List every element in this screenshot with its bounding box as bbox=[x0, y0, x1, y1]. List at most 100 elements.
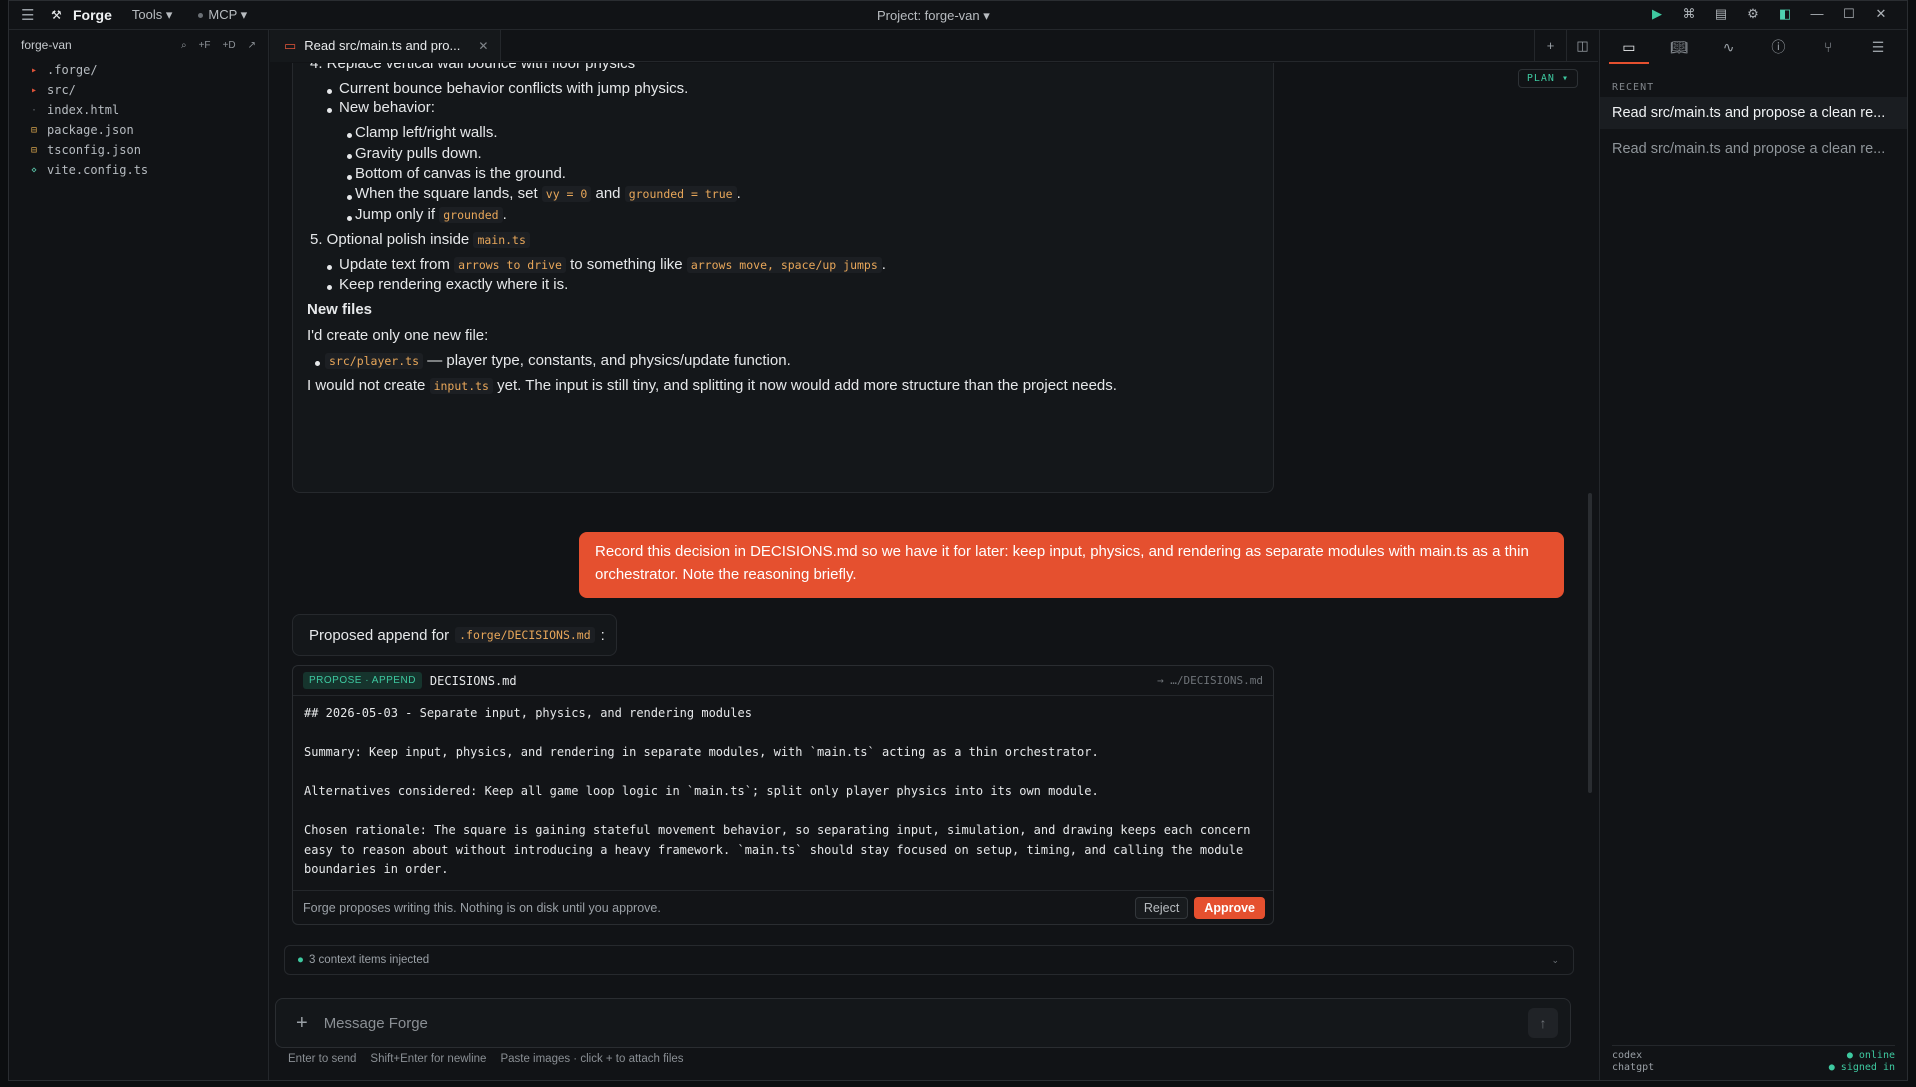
bullet bbox=[347, 154, 352, 159]
provider-status: codex ● online chatgpt ● signed in bbox=[1612, 1045, 1895, 1074]
forge-logo-icon: ⚒ bbox=[51, 8, 62, 22]
scrollbar[interactable] bbox=[1588, 493, 1592, 793]
info-icon[interactable]: ⓘ bbox=[1758, 30, 1798, 64]
bullet bbox=[327, 89, 332, 94]
bullet bbox=[327, 265, 332, 270]
list-item: Keep rendering exactly where it is. bbox=[339, 276, 569, 293]
provider-name: codex bbox=[1612, 1050, 1643, 1061]
json-file-icon: ⊟ bbox=[31, 144, 38, 156]
json-file-icon: ⊟ bbox=[31, 124, 38, 136]
checklist-icon[interactable]: ☰ bbox=[1858, 30, 1898, 64]
new-folder-button[interactable]: +D bbox=[223, 40, 236, 51]
tree-item-forge[interactable]: ▸ .forge/ bbox=[9, 60, 268, 80]
list-item: 4. Replace vertical wall bounce with flo… bbox=[310, 63, 636, 72]
tab-bar: ▭ Read src/main.ts and pro... ✕ + ◫ bbox=[270, 29, 1598, 62]
run-icon[interactable]: ▶ bbox=[1641, 6, 1673, 22]
section-heading: New files bbox=[307, 301, 373, 318]
hint: Shift+Enter for newline bbox=[370, 1053, 487, 1065]
project-selector[interactable]: Project: forge-van ▾ bbox=[877, 8, 990, 24]
file-tree: ▸ .forge/ ▸ src/ · index.html ⊟ package.json… bbox=[9, 60, 268, 180]
mcp-status-dot bbox=[198, 12, 204, 18]
folder-icon: ▸ bbox=[31, 64, 38, 76]
paragraph: I'd create only one new file: bbox=[307, 327, 489, 344]
approve-button[interactable]: Approve bbox=[1194, 896, 1265, 919]
tree-item-label: index.html bbox=[47, 103, 120, 117]
split-view-icon[interactable]: ◫ bbox=[1566, 29, 1598, 62]
list-item: New behavior: bbox=[339, 99, 435, 116]
maximize-icon[interactable]: ☐ bbox=[1833, 6, 1865, 22]
title-bar: ☰ ⚒ Forge Tools ▾ MCP ▾ Project: forge-v… bbox=[9, 1, 1907, 30]
command-icon[interactable]: ⌘ bbox=[1673, 6, 1705, 22]
tab-chat[interactable]: ▭ Read src/main.ts and pro... ✕ bbox=[270, 29, 502, 62]
propose-append-badge: PROPOSE · APPEND bbox=[303, 672, 422, 689]
inline-code: arrows move, space/up jumps bbox=[686, 257, 882, 273]
recent-label: RECENT bbox=[1612, 82, 1655, 93]
ts-file-icon: ⋄ bbox=[31, 164, 38, 176]
list-item: Jump only if grounded. bbox=[355, 206, 507, 223]
list-item: Update text from arrows to drive to some… bbox=[339, 256, 886, 273]
context-items-bar[interactable]: ● 3 context items injected ⌄ bbox=[284, 945, 1574, 975]
workspace-name: forge-van bbox=[21, 38, 72, 52]
list-item: Gravity pulls down. bbox=[355, 145, 482, 162]
window-controls: ▶ ⌘ ▤ ⚙ ◧ — ☐ ✕ bbox=[1641, 6, 1897, 22]
inline-code: grounded = true bbox=[624, 186, 737, 202]
minimize-icon[interactable]: — bbox=[1801, 6, 1833, 22]
context-items-label: 3 context items injected bbox=[308, 954, 430, 966]
proposal-header: PROPOSE · APPEND DECISIONS.md → …/DECISI… bbox=[293, 666, 1273, 696]
app-window: ☰ ⚒ Forge Tools ▾ MCP ▾ Project: forge-v… bbox=[8, 0, 1908, 1081]
tools-menu[interactable]: Tools ▾ bbox=[132, 7, 173, 23]
recent-chat-item[interactable]: Read src/main.ts and propose a clean re.… bbox=[1600, 133, 1907, 165]
recent-chat-item[interactable]: Read src/main.ts and propose a clean re.… bbox=[1600, 97, 1907, 129]
list-item: src/player.ts — player type, constants, … bbox=[325, 352, 791, 369]
inline-code: .forge/DECISIONS.md bbox=[455, 627, 595, 643]
reject-button[interactable]: Reject bbox=[1134, 896, 1189, 919]
mode-selector[interactable]: PLAN ▾ bbox=[1517, 69, 1578, 88]
file-proposal-card: PROPOSE · APPEND DECISIONS.md → …/DECISI… bbox=[292, 665, 1274, 925]
tree-item-src[interactable]: ▸ src/ bbox=[9, 80, 268, 100]
book-icon[interactable]: 📖︎ bbox=[1659, 30, 1699, 64]
mcp-menu[interactable]: MCP ▾ bbox=[198, 7, 247, 23]
bullet bbox=[347, 195, 352, 200]
proposal-filename: DECISIONS.md bbox=[429, 673, 517, 688]
file-explorer: forge-van ⌕ +F +D ↗ ▸ .forge/ ▸ src/ · inde… bbox=[9, 30, 269, 1080]
tab-close-icon[interactable]: ✕ bbox=[478, 39, 488, 53]
tree-item-label: src/ bbox=[47, 83, 76, 97]
collapse-icon[interactable]: ↗ bbox=[248, 40, 256, 51]
tree-item-package-json[interactable]: ⊟ package.json bbox=[9, 120, 268, 140]
provider-state: ● online bbox=[1846, 1050, 1895, 1061]
chats-icon[interactable]: ▭ bbox=[1608, 30, 1649, 64]
bullet bbox=[327, 108, 332, 113]
attach-icon[interactable]: + bbox=[296, 1012, 308, 1035]
close-icon[interactable]: ✕ bbox=[1865, 6, 1897, 22]
chat-icon: ▭ bbox=[284, 37, 297, 53]
git-branch-icon[interactable]: ⑂ bbox=[1808, 30, 1848, 64]
tree-item-tsconfig-json[interactable]: ⊟ tsconfig.json bbox=[9, 140, 268, 160]
list-item: Bottom of canvas is the ground. bbox=[355, 165, 566, 182]
bullet bbox=[315, 361, 320, 366]
message-input[interactable]: Message Forge bbox=[324, 1015, 428, 1032]
new-file-button[interactable]: +F bbox=[199, 40, 211, 51]
list-item: When the square lands, set vy = 0 and gr… bbox=[355, 185, 741, 202]
inline-code: vy = 0 bbox=[541, 186, 592, 202]
toggle-panel-icon[interactable]: ◧ bbox=[1769, 6, 1801, 22]
new-tab-icon[interactable]: + bbox=[1534, 29, 1566, 62]
proposal-content: ## 2026-05-03 - Separate input, physics,… bbox=[304, 706, 1251, 876]
provider-name: chatgpt bbox=[1612, 1062, 1655, 1073]
settings-icon[interactable]: ⚙ bbox=[1737, 6, 1769, 22]
search-files-icon[interactable]: ⌕ bbox=[181, 40, 187, 51]
tree-item-index-html[interactable]: · index.html bbox=[9, 100, 268, 120]
right-panel: ▭ 📖︎ ∿ ⓘ ⑂ ☰ RECENT Read src/main.ts and… bbox=[1599, 30, 1907, 1080]
terminal-icon[interactable]: ▤ bbox=[1705, 6, 1737, 22]
inline-code: input.ts bbox=[429, 378, 493, 394]
send-button[interactable]: ↑ bbox=[1528, 1008, 1558, 1038]
activity-icon[interactable]: ∿ bbox=[1709, 30, 1749, 64]
tab-label: Read src/main.ts and pro... bbox=[304, 38, 461, 53]
tree-item-label: package.json bbox=[47, 123, 134, 137]
mcp-menu-label: MCP ▾ bbox=[208, 7, 248, 22]
folder-icon: ▸ bbox=[31, 84, 38, 96]
provider-state: ● signed in bbox=[1828, 1062, 1895, 1073]
hint: Paste images · click + to attach files bbox=[500, 1053, 684, 1065]
tree-item-label: tsconfig.json bbox=[47, 143, 141, 157]
hamburger-menu-icon[interactable]: ☰ bbox=[21, 6, 37, 24]
tree-item-vite-config[interactable]: ⋄ vite.config.ts bbox=[9, 160, 268, 180]
